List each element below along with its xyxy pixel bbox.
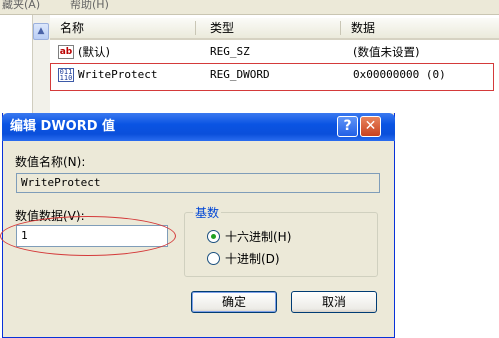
list-header: 名称 类型 数据 [50, 18, 499, 40]
highlight-annotation-ellipse [0, 216, 176, 256]
base-group-title: 基数 [193, 204, 222, 221]
base-groupbox: 基数 十六进制(H) 十进制(D) [184, 204, 378, 277]
value-name-field[interactable]: WriteProtect [16, 173, 380, 193]
ok-button[interactable]: 确定 [191, 291, 277, 313]
column-header-data[interactable]: 数据 [351, 20, 375, 36]
dialog-title: 编辑 DWORD 值 [10, 119, 116, 134]
string-value-icon: ab [58, 45, 74, 59]
decimal-radio-label[interactable]: 十进制(D) [225, 250, 280, 267]
menu-item-favorites[interactable]: 藏夹(A) [2, 0, 40, 12]
column-header-type[interactable]: 类型 [210, 20, 234, 36]
menu-bar: 藏夹(A) 帮助(H) [0, 0, 499, 15]
hex-radio[interactable] [207, 230, 220, 243]
column-header-name[interactable]: 名称 [60, 20, 84, 36]
scroll-up-button[interactable]: ▲ [33, 23, 49, 40]
help-button[interactable]: ? [337, 116, 358, 137]
decimal-radio[interactable] [207, 252, 220, 265]
row-type: REG_SZ [210, 45, 250, 58]
hex-radio-label[interactable]: 十六进制(H) [225, 228, 291, 245]
dialog-titlebar[interactable]: 编辑 DWORD 值 ? ✕ [2, 113, 395, 141]
highlight-annotation-rect [50, 63, 494, 91]
cancel-button[interactable]: 取消 [291, 291, 377, 313]
row-data: (数值未设置) [353, 45, 420, 59]
value-name-label: 数值名称(N): [15, 155, 86, 169]
menu-item-help[interactable]: 帮助(H) [70, 0, 109, 12]
close-button[interactable]: ✕ [360, 116, 381, 137]
list-row-default[interactable]: ab (默认) REG_SZ (数值未设置) [58, 43, 494, 61]
row-name: (默认) [78, 45, 110, 59]
